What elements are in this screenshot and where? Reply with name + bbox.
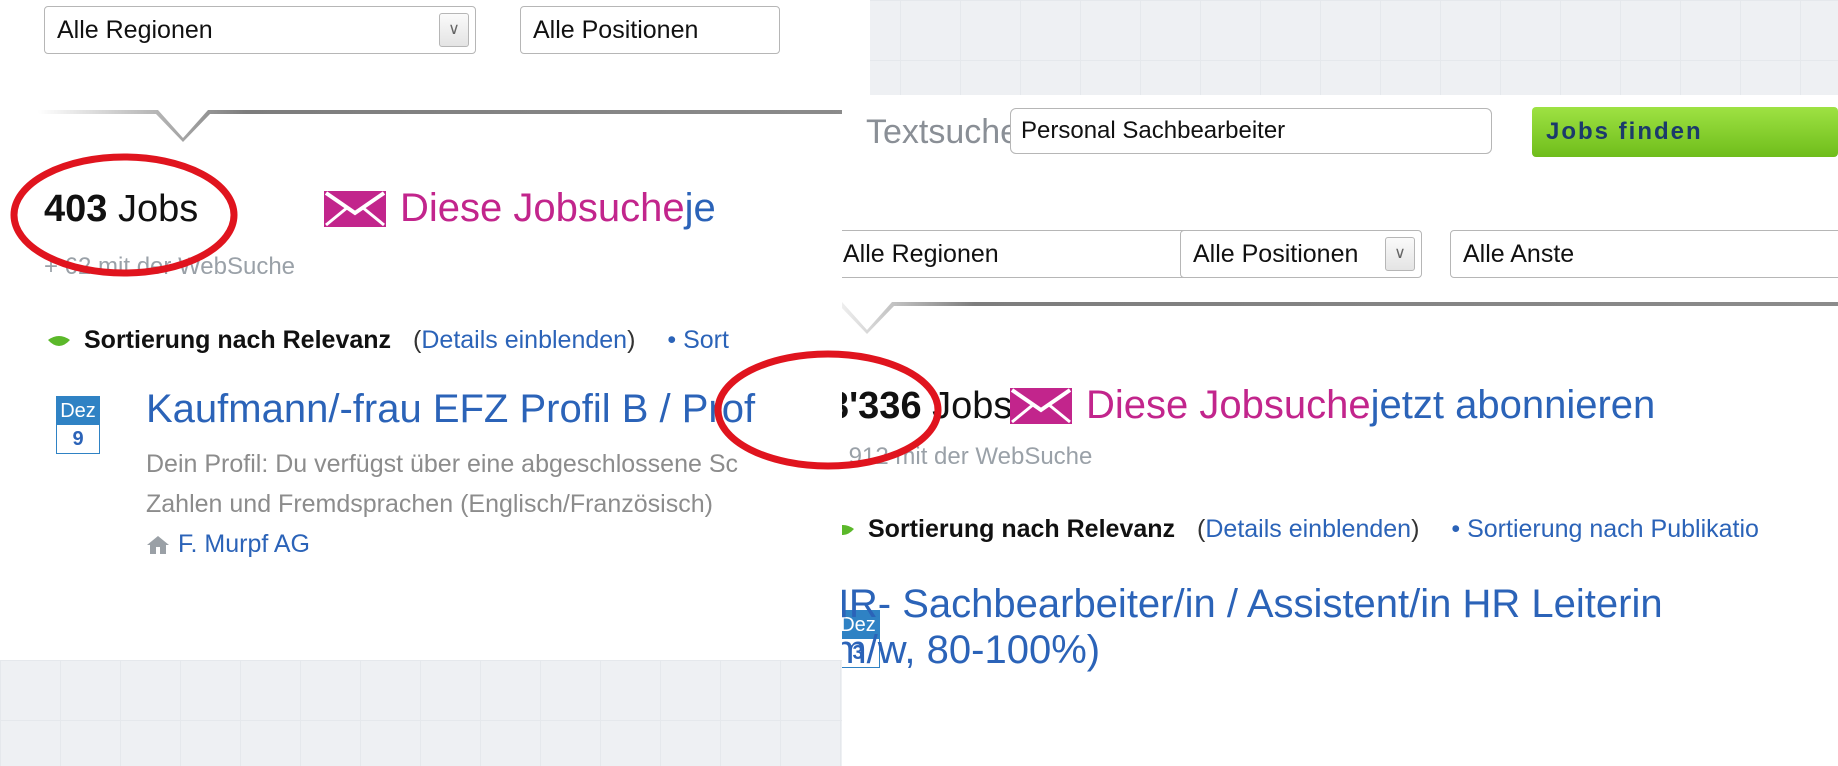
left-search-panel: Alle Regionen ∨ Alle Positionen 403 Jobs… bbox=[0, 0, 870, 660]
company-name[interactable]: F. Murpf AG bbox=[178, 530, 310, 559]
chevron-down-icon[interactable]: ∨ bbox=[1385, 237, 1415, 271]
region-select[interactable]: Alle Regionen ∨ bbox=[44, 6, 476, 54]
subscribe-link-suffix[interactable]: jetzt abonnieren bbox=[1371, 383, 1656, 428]
job-description-line2: Zahlen und Fremdsprachen (Englisch/Franz… bbox=[146, 490, 713, 518]
text-search-input[interactable] bbox=[1010, 108, 1492, 154]
house-icon bbox=[147, 535, 169, 554]
job-title-line1[interactable]: HR- Sachbearbeiter/in / Assistent/in HR … bbox=[842, 581, 1663, 627]
details-paren-open: ( bbox=[1197, 515, 1206, 543]
details-toggle-link[interactable]: Details einblenden bbox=[421, 326, 627, 355]
leaf-arrow-icon bbox=[48, 335, 70, 346]
section-divider bbox=[38, 108, 870, 142]
sort-bar: Sortierung nach Relevanz (Details einble… bbox=[48, 326, 729, 355]
job-date-badge: Dez 9 bbox=[56, 396, 100, 454]
jobs-count-label: Jobs bbox=[921, 385, 1013, 427]
text-search-label: Textsuche bbox=[866, 113, 1020, 151]
region-select[interactable]: Alle Regionen ∨ bbox=[842, 230, 1232, 278]
right-search-panel: Textsuche Jobs finden Alle Regionen ∨ Al… bbox=[842, 95, 1838, 766]
subscribe-link[interactable]: Diese Jobsuche jetzt abonnieren bbox=[1010, 383, 1655, 428]
region-select-value: Alle Regionen bbox=[843, 240, 999, 268]
position-select[interactable]: Alle Positionen ∨ bbox=[1180, 230, 1422, 278]
details-paren-open: ( bbox=[413, 326, 422, 354]
job-title-line2[interactable]: (m/w, 80-100%) bbox=[842, 627, 1663, 673]
details-toggle-link[interactable]: Details einblenden bbox=[1205, 515, 1411, 544]
sort-by-relevance: Sortierung nach Relevanz bbox=[868, 515, 1176, 543]
position-select-value: Alle Positionen bbox=[1193, 240, 1359, 268]
details-paren-close: ) bbox=[1411, 515, 1420, 543]
sort-by-publication-link[interactable]: • Sort bbox=[667, 326, 729, 355]
jobs-count-label: Jobs bbox=[107, 188, 199, 230]
find-jobs-button[interactable]: Jobs finden bbox=[1532, 107, 1838, 157]
employment-type-select[interactable]: Alle Anste bbox=[1450, 230, 1838, 278]
job-title-link[interactable]: Kaufmann/-frau EFZ Profil B / Prof bbox=[146, 386, 755, 432]
employment-type-select-value: Alle Anste bbox=[1463, 240, 1575, 268]
company-link[interactable]: F. Murpf AG bbox=[146, 530, 310, 559]
region-select-value: Alle Regionen bbox=[57, 16, 213, 44]
mail-icon bbox=[324, 190, 386, 227]
sort-bar: Sortierung nach Relevanz (Details einble… bbox=[842, 515, 1759, 544]
job-date-month: Dez bbox=[57, 397, 99, 425]
jobs-count-number: 3'336 bbox=[842, 385, 922, 427]
web-search-count[interactable]: + 912 mit der WebSuche bbox=[842, 443, 1092, 471]
jobs-count-number: 403 bbox=[44, 188, 108, 230]
jobs-count: 403 Jobs bbox=[44, 188, 198, 231]
jobs-count: 3'336 Jobs bbox=[842, 385, 1012, 428]
position-select-value: Alle Positionen bbox=[533, 16, 699, 44]
sort-by-relevance: Sortierung nach Relevanz bbox=[84, 326, 392, 354]
subscribe-link-text[interactable]: Diese Jobsuche bbox=[1086, 383, 1371, 428]
section-divider bbox=[842, 300, 1838, 334]
job-title-link[interactable]: HR- Sachbearbeiter/in / Assistent/in HR … bbox=[842, 581, 1663, 673]
subscribe-link[interactable]: Diese Jobsuche je bbox=[324, 186, 716, 231]
position-select[interactable]: Alle Positionen bbox=[520, 6, 780, 54]
web-search-count[interactable]: + 62 mit der WebSuche bbox=[44, 253, 295, 281]
mail-icon bbox=[1010, 387, 1072, 424]
job-date-day: 9 bbox=[57, 425, 99, 453]
leaf-arrow-icon bbox=[842, 524, 854, 535]
details-paren-close: ) bbox=[627, 326, 636, 354]
job-description-line1: Dein Profil: Du verfügst über eine abges… bbox=[146, 450, 738, 478]
subscribe-link-suffix[interactable]: je bbox=[685, 186, 716, 231]
subscribe-link-text[interactable]: Diese Jobsuche bbox=[400, 186, 685, 231]
chevron-down-icon[interactable]: ∨ bbox=[439, 13, 469, 47]
sort-by-publication-link[interactable]: • Sortierung nach Publikatio bbox=[1451, 515, 1759, 544]
